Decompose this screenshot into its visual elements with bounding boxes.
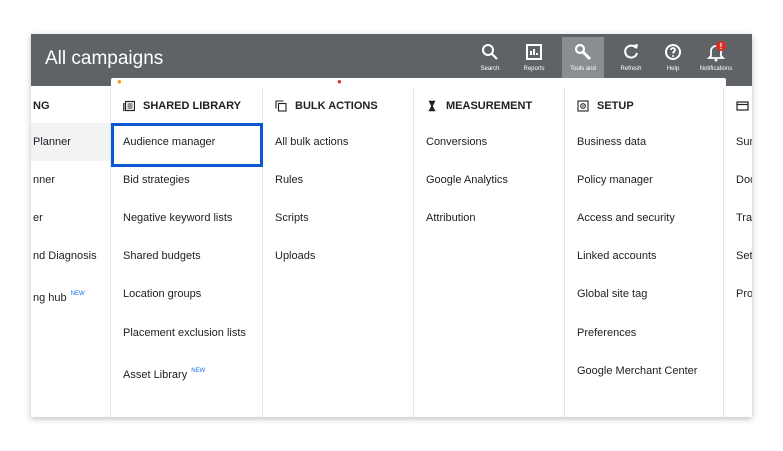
library-icon	[123, 100, 135, 112]
billing-item-5[interactable]: Proi	[724, 275, 752, 313]
bell-icon: !	[695, 40, 737, 64]
help-icon	[652, 40, 694, 64]
help-button[interactable]: Help	[652, 40, 694, 80]
card-icon	[736, 101, 749, 111]
notifications-label: Notifications	[699, 66, 733, 72]
planning-item-hub[interactable]: ng hub NEW	[31, 275, 110, 313]
hidden-notice-strip: ● ●	[111, 78, 726, 88]
shared-library-column: SHARED LIBRARY Audience manager Bid stra…	[111, 88, 263, 417]
tools-window: All campaigns Search Reports Tools and R…	[31, 34, 752, 417]
reports-icon	[513, 40, 555, 64]
rules-link[interactable]: Rules	[263, 161, 413, 199]
refresh-icon	[610, 40, 652, 64]
google-merchant-center-link[interactable]: Google Merchant Center	[565, 352, 723, 390]
billing-item-3[interactable]: Trar	[724, 199, 752, 237]
placement-exclusion-lists-link[interactable]: Placement exclusion lists	[111, 314, 262, 352]
setup-icon	[577, 100, 589, 112]
planning-item-3[interactable]: er	[31, 199, 110, 237]
planning-item-planner[interactable]: Planner	[31, 123, 110, 161]
location-groups-link[interactable]: Location groups	[111, 275, 262, 313]
planning-heading: NG	[33, 100, 50, 112]
bulk-actions-heading: BULK ACTIONS	[275, 100, 378, 112]
billing-item-1[interactable]: Sun	[724, 123, 752, 161]
warning-dot-icon: ●	[117, 78, 122, 86]
billing-heading	[736, 100, 752, 112]
hourglass-icon	[428, 100, 436, 112]
uploads-link[interactable]: Uploads	[263, 237, 413, 275]
planning-item-2[interactable]: nner	[31, 161, 110, 199]
policy-manager-link[interactable]: Policy manager	[565, 161, 723, 199]
tools-button[interactable]: Tools and	[562, 37, 604, 83]
conversions-link[interactable]: Conversions	[414, 123, 564, 161]
billing-item-2[interactable]: Doc	[724, 161, 752, 199]
all-bulk-actions-link[interactable]: All bulk actions	[263, 123, 413, 161]
refresh-label: Refresh	[620, 66, 642, 72]
planning-column: NG Planner nner er nd Diagnosis ng hub NE…	[31, 88, 111, 417]
measurement-heading: MEASUREMENT	[426, 100, 532, 112]
setup-column: SETUP Business data Policy manager Acces…	[565, 88, 724, 417]
page-title: All campaigns	[45, 48, 164, 69]
tools-label: Tools and	[570, 66, 596, 72]
asset-library-link[interactable]: Asset Library NEW	[111, 352, 262, 390]
linked-accounts-link[interactable]: Linked accounts	[565, 237, 723, 275]
help-label: Help	[666, 66, 680, 72]
measurement-column: MEASUREMENT Conversions Google Analytics…	[414, 88, 565, 417]
google-analytics-link[interactable]: Google Analytics	[414, 161, 564, 199]
reports-label: Reports	[523, 66, 545, 72]
new-badge: NEW	[70, 291, 85, 297]
audience-manager-link[interactable]: Audience manager	[111, 123, 262, 161]
access-and-security-link[interactable]: Access and security	[565, 199, 723, 237]
search-label: Search	[480, 66, 500, 72]
reports-button[interactable]: Reports	[513, 40, 555, 80]
shared-library-heading: SHARED LIBRARY	[123, 100, 241, 112]
notifications-button[interactable]: ! Notifications	[695, 40, 737, 80]
search-button[interactable]: Search	[469, 40, 511, 80]
business-data-link[interactable]: Business data	[565, 123, 723, 161]
billing-item-4[interactable]: Sett	[724, 237, 752, 275]
scripts-link[interactable]: Scripts	[263, 199, 413, 237]
shared-budgets-link[interactable]: Shared budgets	[111, 237, 262, 275]
global-site-tag-link[interactable]: Global site tag	[565, 275, 723, 313]
preferences-link[interactable]: Preferences	[565, 314, 723, 352]
setup-heading: SETUP	[577, 100, 634, 112]
attribution-link[interactable]: Attribution	[414, 199, 564, 237]
error-dot-icon: ●	[337, 78, 342, 86]
new-badge: NEW	[191, 368, 206, 374]
tools-menu: NG Planner nner er nd Diagnosis ng hub NE…	[31, 88, 752, 417]
refresh-button[interactable]: Refresh	[610, 40, 652, 80]
billing-column: Sun Doc Trar Sett Proi	[724, 88, 752, 417]
bulk-actions-column: BULK ACTIONS All bulk actions Rules Scri…	[263, 88, 414, 417]
notification-badge: !	[720, 42, 723, 51]
copy-icon	[275, 100, 287, 112]
bid-strategies-link[interactable]: Bid strategies	[111, 161, 262, 199]
planning-item-diagnosis[interactable]: nd Diagnosis	[31, 237, 110, 275]
search-icon	[469, 40, 511, 64]
negative-keyword-lists-link[interactable]: Negative keyword lists	[111, 199, 262, 237]
wrench-icon	[562, 40, 604, 64]
